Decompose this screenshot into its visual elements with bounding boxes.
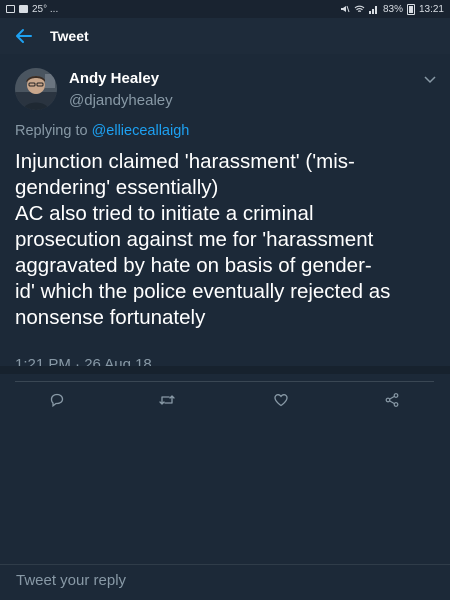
battery-icon — [406, 3, 415, 15]
status-bar: 25° ... 83% 13:21 — [0, 0, 450, 18]
tweet-text: Injunction claimed 'harassment' ('mis- g… — [15, 150, 391, 329]
mute-icon — [340, 5, 350, 13]
retweet-button[interactable] — [154, 387, 180, 413]
reply-input[interactable]: Tweet your reply — [16, 572, 126, 589]
clock: 13:21 — [418, 3, 444, 15]
share-button[interactable] — [379, 387, 405, 413]
share-icon — [385, 393, 399, 407]
section-divider — [0, 366, 450, 374]
author-handle[interactable]: @djandyhealey — [69, 92, 173, 109]
signal-icon — [368, 6, 377, 14]
gallery-notification-icon — [6, 5, 15, 13]
retweet-icon — [159, 395, 175, 405]
back-button[interactable] — [0, 18, 48, 54]
battery-percent: 83% — [382, 3, 403, 15]
page-title: Tweet — [50, 28, 89, 44]
wifi-icon — [354, 5, 365, 13]
replying-to-link[interactable]: @ellieceallaigh — [92, 123, 190, 139]
status-left: 25° ... — [6, 4, 58, 15]
status-left-text: 25° ... — [32, 3, 59, 15]
app-notification-icon — [19, 5, 28, 13]
app-header: Tweet — [0, 18, 450, 54]
arrow-left-icon — [16, 29, 32, 43]
comment-icon — [50, 393, 64, 408]
chevron-down-icon[interactable] — [424, 76, 436, 84]
replying-to-label: Replying to — [15, 123, 92, 139]
avatar[interactable] — [15, 68, 57, 110]
reply-button[interactable] — [44, 387, 70, 413]
replying-to-line: Replying to @ellieceallaigh — [15, 123, 189, 139]
heart-icon — [274, 394, 288, 407]
divider — [15, 381, 434, 382]
author-name[interactable]: Andy Healey — [69, 70, 159, 87]
like-button[interactable] — [268, 387, 294, 413]
status-right: 83% 13:21 — [340, 3, 444, 15]
tweet-actions — [0, 387, 450, 413]
avatar-image — [15, 68, 57, 110]
reply-composer[interactable]: Tweet your reply — [0, 564, 450, 600]
